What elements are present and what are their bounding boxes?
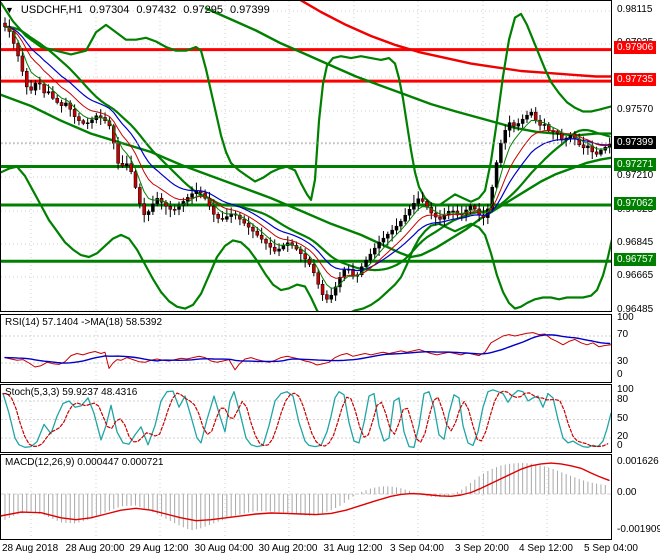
time-axis-label: 28 Aug 20:00 [65,543,125,554]
axis-tick-label: 0 [617,369,623,380]
price-level-badge: 0.96757 [614,253,657,266]
price-chart-plot[interactable] [1,1,611,311]
time-axis-label: 29 Aug 12:00 [129,543,189,554]
time-axis[interactable]: 28 Aug 2018 28 Aug 20:00 29 Aug 12:00 30 Au… [0,540,660,560]
chart-header: ▼ USDCHF,H1 0.97304 0.97432 0.97295 0.97… [5,4,270,16]
axis-tick-label: 0 [617,440,623,451]
time-axis-label: 30 Aug 20:00 [258,543,318,554]
axis-tick-label: 70 [617,329,629,340]
symbol-timeframe-label: USDCHF,H1 [20,4,83,16]
time-axis-label: 30 Aug 04:00 [194,543,254,554]
ohlc-close-value: 0.97399 [229,4,270,16]
axis-tick-label: 30 [617,356,629,367]
stochastic-indicator-panel: Stoch(5,3,3) 59.9237 48.4316 [0,384,612,453]
axis-tick-label: 0.96665 [617,270,654,281]
axis-tick-label: 80 [617,394,629,405]
time-axis-label: 31 Aug 12:00 [323,543,383,554]
ohlc-low-value: 0.97295 [183,4,223,16]
symbol-dropdown-icon[interactable]: ▼ [5,5,14,15]
price-chart-panel: ▼ USDCHF,H1 0.97304 0.97432 0.97295 0.97… [0,0,612,312]
price-level-badge: 0.97271 [614,158,657,171]
price-axis[interactable]: 0.981150.979350.975700.972100.970250.968… [613,0,660,560]
time-axis-label: 3 Sep 04:00 [390,543,444,554]
trading-terminal-chart: ▼ USDCHF,H1 0.97304 0.97432 0.97295 0.97… [0,0,660,560]
ohlc-high-value: 0.97432 [136,4,177,16]
macd-indicator-panel: MACD(12,26,9) 0.000447 0.000721 [0,454,612,540]
time-axis-label: 4 Sep 12:00 [519,543,573,554]
axis-tick-label: 0.96845 [617,237,654,248]
time-axis-label: 3 Sep 20:00 [455,543,509,554]
price-level-badge: 0.97399 [614,136,657,149]
time-axis-label: 28 Aug 2018 [2,543,59,554]
axis-tick-label: 0.97570 [617,104,654,115]
axis-tick-label: -0.001909 [617,524,660,535]
ohlc-open-value: 0.97304 [89,4,130,16]
axis-tick-label: 50 [617,413,629,424]
axis-tick-label: 100 [617,312,634,323]
price-level-badge: 0.97735 [614,73,657,86]
time-axis-label: 5 Sep 04:00 [584,543,638,554]
price-level-badge: 0.97062 [614,197,657,210]
rsi-indicator-panel: RSI(14) 57.1404 ->MA(18) 58.5392 [0,314,612,383]
axis-tick-label: 0.001626 [617,456,659,467]
price-level-badge: 0.97906 [614,41,657,54]
axis-tick-label: 0.98115 [617,4,653,15]
macd-indicator-label: MACD(12,26,9) 0.000447 0.000721 [5,457,164,468]
axis-tick-label: 0.97210 [617,170,654,181]
rsi-indicator-label: RSI(14) 57.1404 ->MA(18) 58.5392 [5,317,163,328]
stochastic-indicator-label: Stoch(5,3,3) 59.9237 48.4316 [5,387,138,398]
axis-tick-label: 0.00 [617,487,637,498]
